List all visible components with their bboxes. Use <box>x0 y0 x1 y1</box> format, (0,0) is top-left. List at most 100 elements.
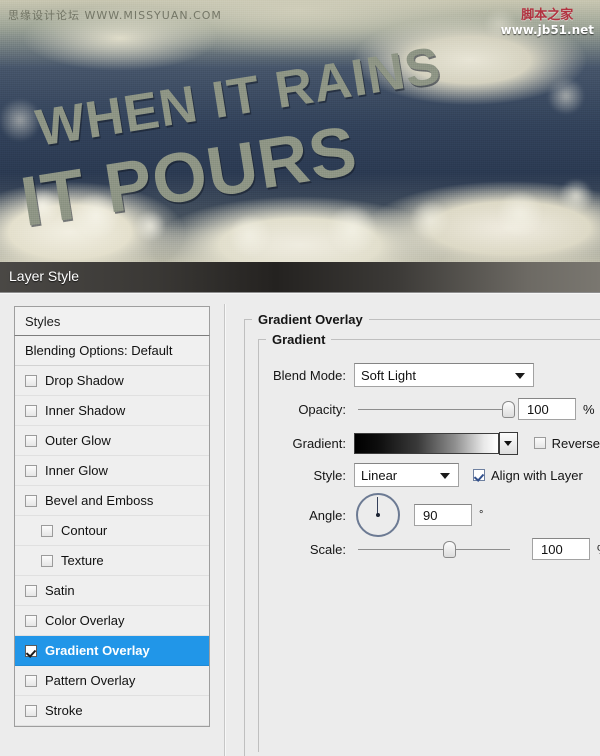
styles-header[interactable]: Styles <box>14 306 210 336</box>
opacity-label: Opacity: <box>298 401 346 417</box>
angle-value: 90 <box>423 507 438 523</box>
style-effect-checkbox[interactable] <box>41 554 53 567</box>
sidebar-item-inner-shadow[interactable]: Inner Shadow <box>15 396 209 426</box>
style-effect-checkbox[interactable] <box>25 494 37 507</box>
style-label: Style: <box>313 467 346 483</box>
style-effect-label: Contour <box>61 523 108 538</box>
style-effect-label: Inner Shadow <box>45 403 126 418</box>
sidebar-item-texture[interactable]: Texture <box>15 546 209 576</box>
style-effect-label: Satin <box>45 583 75 598</box>
angle-label: Angle: <box>309 507 346 523</box>
sidebar-item-blending-options[interactable]: Blending Options: Default <box>15 336 209 366</box>
gradient-preview-swatch[interactable] <box>354 432 499 454</box>
blend-mode-select[interactable]: Soft Light <box>354 363 534 387</box>
style-effect-label: Stroke <box>45 703 83 718</box>
blend-mode-row: Blend Mode: Soft Light <box>240 362 580 388</box>
style-effect-label: Texture <box>61 553 104 568</box>
watermark-right-url: www.jb51.net <box>500 23 594 38</box>
style-effect-checkbox[interactable] <box>25 434 37 447</box>
style-effect-label: Outer Glow <box>45 433 111 448</box>
column-divider <box>224 304 226 756</box>
style-row: Style: Linear Align with Layer <box>240 462 600 488</box>
watermark-right: 脚本之家 www.jb51.net <box>501 8 594 37</box>
opacity-unit: % <box>583 401 595 417</box>
reverse-checkbox[interactable]: Reverse <box>533 435 600 451</box>
watermark-right-cn: 脚本之家 <box>521 8 574 23</box>
sidebar-item-outer-glow[interactable]: Outer Glow <box>15 426 209 456</box>
settings-pane: Gradient Overlay Gradient Blend Mode: So… <box>240 304 600 756</box>
angle-input[interactable]: 90 <box>414 504 472 526</box>
gradient-row: Gradient: Reverse <box>240 430 600 456</box>
blend-mode-value: Soft Light <box>361 367 416 383</box>
sidebar-item-gradient-overlay[interactable]: Gradient Overlay <box>15 636 209 666</box>
sidebar-item-drop-shadow[interactable]: Drop Shadow <box>15 366 209 396</box>
align-with-layer-checkbox[interactable]: Align with Layer <box>473 468 583 483</box>
chevron-down-icon <box>440 473 450 479</box>
blending-options-label: Blending Options: Default <box>25 343 173 358</box>
scale-label: Scale: <box>309 541 346 557</box>
chevron-down-icon <box>515 373 525 379</box>
sidebar-item-satin[interactable]: Satin <box>15 576 209 606</box>
styles-list: Blending Options: Default Drop Shadow Inn… <box>14 336 210 727</box>
dialog-body: Styles Blending Options: Default Drop Sh… <box>0 293 600 756</box>
scale-slider-thumb[interactable] <box>443 540 457 558</box>
style-effect-checkbox[interactable] <box>25 614 37 627</box>
style-effect-checkbox[interactable] <box>25 644 37 657</box>
styles-header-label: Styles <box>25 313 61 329</box>
align-with-layer-label: Align with Layer <box>491 467 583 483</box>
sidebar-item-bevel-and-emboss[interactable]: Bevel and Emboss <box>15 486 209 516</box>
opacity-value: 100 <box>527 401 549 417</box>
scale-value: 100 <box>541 541 563 557</box>
style-effect-checkbox[interactable] <box>25 404 37 417</box>
angle-dial[interactable] <box>356 493 400 537</box>
angle-unit: ° <box>479 509 484 521</box>
blend-mode-label: Blend Mode: <box>273 367 346 383</box>
opacity-slider[interactable] <box>358 399 515 419</box>
gradient-picker-dropdown[interactable] <box>498 431 518 455</box>
gradient-overlay-title: Gradient Overlay <box>252 312 369 327</box>
cloud-texture <box>0 0 600 262</box>
opacity-slider-thumb[interactable] <box>502 400 515 418</box>
style-effect-label: Pattern Overlay <box>45 673 136 688</box>
style-effect-label: Drop Shadow <box>45 373 124 388</box>
style-effect-label: Inner Glow <box>45 463 108 478</box>
style-effect-label: Bevel and Emboss <box>45 493 154 508</box>
style-effect-checkbox[interactable] <box>25 674 37 687</box>
sidebar-item-contour[interactable]: Contour <box>15 516 209 546</box>
style-effect-label: Gradient Overlay <box>45 643 150 658</box>
sidebar-item-color-overlay[interactable]: Color Overlay <box>15 606 209 636</box>
scale-row: Scale: 100 % <box>240 536 600 562</box>
scale-slider-track <box>358 548 510 550</box>
style-effect-checkbox[interactable] <box>25 374 37 387</box>
scale-slider[interactable] <box>358 539 510 559</box>
style-select[interactable]: Linear <box>354 463 459 487</box>
style-effect-label: Color Overlay <box>45 613 125 628</box>
sidebar-item-inner-glow[interactable]: Inner Glow <box>15 456 209 486</box>
dialog-titlebar[interactable]: Layer Style <box>0 262 600 293</box>
style-effect-rows: Drop Shadow Inner Shadow Outer Glow Inner G… <box>15 366 209 726</box>
gradient-label: Gradient: <box>292 435 346 451</box>
opacity-row: Opacity: 100 % <box>240 396 600 422</box>
layer-style-dialog: Layer Style Styles Blending Options: Def… <box>0 262 600 756</box>
angle-dial-hub <box>376 513 380 517</box>
opacity-input[interactable]: 100 <box>518 398 576 420</box>
style-value: Linear <box>361 467 398 483</box>
style-effect-checkbox[interactable] <box>25 584 37 597</box>
reverse-label: Reverse <box>551 435 600 451</box>
chevron-down-icon <box>504 441 513 446</box>
opacity-slider-track <box>358 408 508 410</box>
style-effect-checkbox[interactable] <box>25 704 37 717</box>
styles-column: Styles Blending Options: Default Drop Sh… <box>14 306 210 756</box>
artwork-preview: WHEN IT RAINS IT POURS 思缘设计论坛 WWW.MISSYU… <box>0 0 600 262</box>
dialog-title: Layer Style <box>9 268 80 284</box>
sidebar-item-pattern-overlay[interactable]: Pattern Overlay <box>15 666 209 696</box>
watermark-left: 思缘设计论坛 WWW.MISSYUAN.COM <box>8 9 222 22</box>
align-with-layer-checkbox-box <box>473 469 485 481</box>
style-effect-checkbox[interactable] <box>41 524 53 537</box>
scale-input[interactable]: 100 <box>532 538 590 560</box>
gradient-group-title: Gradient <box>266 332 332 347</box>
reverse-checkbox-box <box>533 437 546 449</box>
style-effect-checkbox[interactable] <box>25 464 37 477</box>
angle-row: Angle: 90 ° <box>240 492 580 538</box>
sidebar-item-stroke[interactable]: Stroke <box>15 696 209 726</box>
